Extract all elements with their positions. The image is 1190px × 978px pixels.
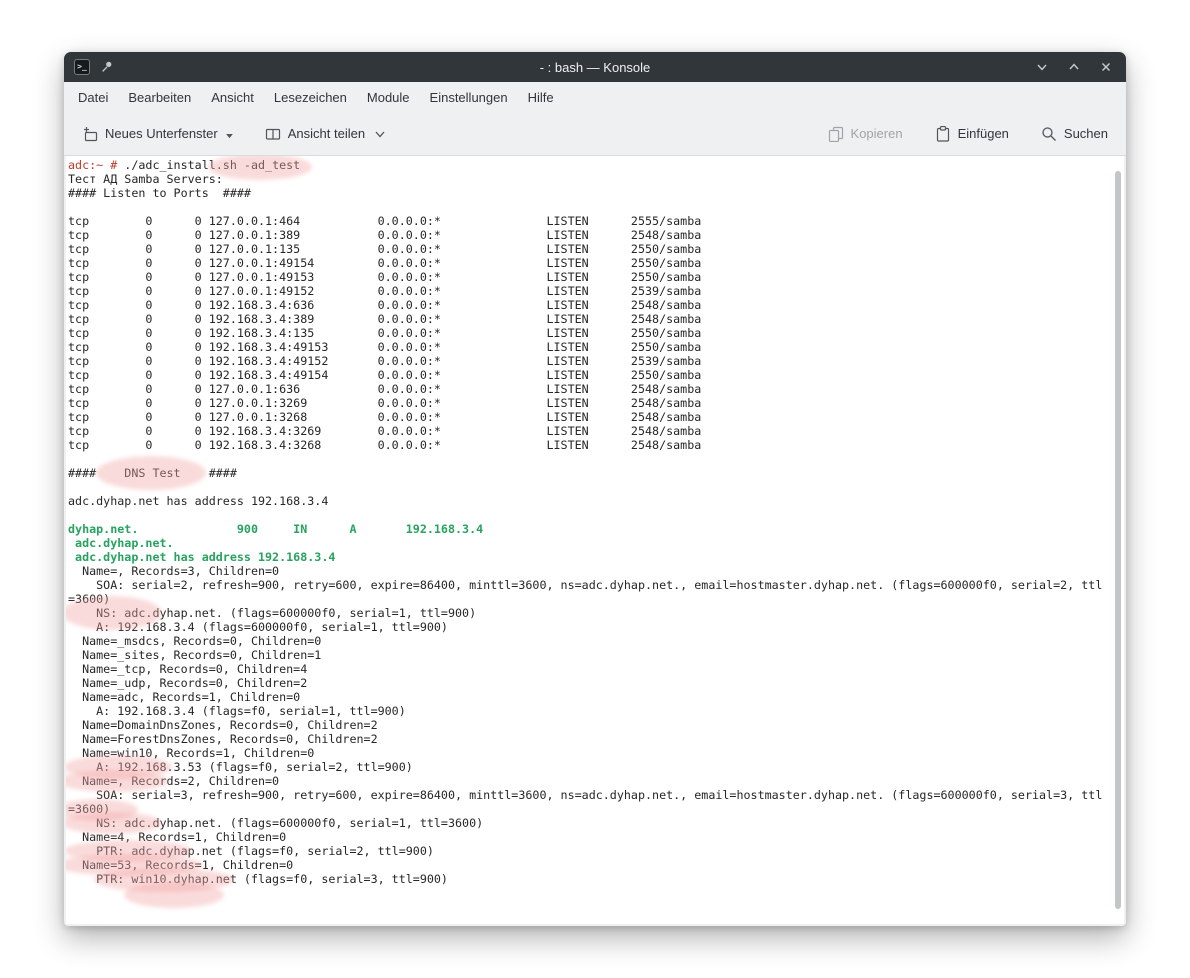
terminal-line: tcp 0 0 192.168.3.4:389 0.0.0.0:* LISTEN… [68,312,1124,326]
maximize-button[interactable] [1066,59,1082,75]
terminal-line: PTR: adc.dyhap.net (flags=f0, serial=2, … [68,844,1124,858]
close-button[interactable] [1098,59,1114,75]
terminal-line: Name=_udp, Records=0, Children=2 [68,676,1124,690]
terminal-line: A: 192.168.3.4 (flags=600000f0, serial=1… [68,620,1124,634]
terminal-output: adc:~ # ./adc_install.sh -ad_testТест АД… [66,156,1124,886]
terminal-line: Name=ForestDnsZones, Records=0, Children… [68,732,1124,746]
search-icon [1041,126,1057,142]
terminal-line: Name=, Records=3, Children=0 [68,564,1124,578]
terminal-line: tcp 0 0 127.0.0.1:135 0.0.0.0:* LISTEN 2… [68,242,1124,256]
konsole-window: >_ - : bash — Konsole DateiBearbeitenAns… [64,52,1126,926]
terminal-line: tcp 0 0 127.0.0.1:49154 0.0.0.0:* LISTEN… [68,256,1124,270]
terminal-line: tcp 0 0 127.0.0.1:3269 0.0.0.0:* LISTEN … [68,396,1124,410]
copy-label: Kopieren [851,126,903,141]
terminal-line: NS: adc.dyhap.net. (flags=600000f0, seri… [68,606,1124,620]
konsole-app-icon: >_ [74,59,90,75]
terminal-line: tcp 0 0 192.168.3.4:49154 0.0.0.0:* LIST… [68,368,1124,382]
terminal-line: tcp 0 0 192.168.3.4:49153 0.0.0.0:* LIST… [68,340,1124,354]
terminal-line: =3600) [68,592,1124,606]
paste-label: Einfügen [958,126,1009,141]
terminal-line: Name=_sites, Records=0, Children=1 [68,648,1124,662]
terminal-line [68,452,1124,466]
new-tab-icon [82,126,98,142]
terminal-line: Name=53, Records=1, Children=0 [68,858,1124,872]
split-view-label: Ansicht teilen [288,126,365,141]
terminal[interactable]: adc:~ # ./adc_install.sh -ad_testТест АД… [66,156,1124,924]
terminal-line: adc:~ # ./adc_install.sh -ad_test [68,158,1124,172]
copy-button[interactable]: Kopieren [820,120,911,148]
terminal-line: dyhap.net. 900 IN A 192.168.3.4 [68,522,1124,536]
copy-icon [828,126,844,142]
terminal-line: tcp 0 0 192.168.3.4:3268 0.0.0.0:* LISTE… [68,438,1124,452]
terminal-line [68,480,1124,494]
menubar: DateiBearbeitenAnsichtLesezeichenModuleE… [64,82,1126,112]
terminal-line: #### Listen to Ports #### [68,186,1124,200]
split-view-button[interactable]: Ansicht teilen [257,120,393,148]
terminal-line: tcp 0 0 127.0.0.1:464 0.0.0.0:* LISTEN 2… [68,214,1124,228]
new-tab-button[interactable]: Neues Unterfenster [74,120,241,148]
window-title: - : bash — Konsole [64,60,1126,75]
terminal-line: Name=4, Records=1, Children=0 [68,830,1124,844]
terminal-line [68,200,1124,214]
terminal-line: #### DNS Test #### [68,466,1124,480]
menu-item-lesezeichen[interactable]: Lesezeichen [264,85,357,110]
terminal-line: tcp 0 0 127.0.0.1:3268 0.0.0.0:* LISTEN … [68,410,1124,424]
paste-icon [935,126,951,142]
terminal-line: SOA: serial=2, refresh=900, retry=600, e… [68,578,1124,592]
toolbar: Neues Unterfenster Ansicht teilen [64,112,1126,156]
menu-item-hilfe[interactable]: Hilfe [518,85,564,110]
terminal-line: tcp 0 0 127.0.0.1:636 0.0.0.0:* LISTEN 2… [68,382,1124,396]
terminal-line: tcp 0 0 127.0.0.1:49152 0.0.0.0:* LISTEN… [68,284,1124,298]
split-view-icon [265,126,281,142]
terminal-line: Name=_tcp, Records=0, Children=4 [68,662,1124,676]
terminal-line: tcp 0 0 192.168.3.4:135 0.0.0.0:* LISTEN… [68,326,1124,340]
terminal-line: Name=, Records=2, Children=0 [68,774,1124,788]
minimize-button[interactable] [1034,59,1050,75]
search-label: Suchen [1064,126,1108,141]
dropdown-arrow-icon [226,134,233,139]
terminal-line: PTR: win10.dyhap.net (flags=f0, serial=3… [68,872,1124,886]
chevron-down-icon [375,129,385,139]
terminal-line: Name=adc, Records=1, Children=0 [68,690,1124,704]
menu-item-bearbeiten[interactable]: Bearbeiten [118,85,201,110]
terminal-line: tcp 0 0 192.168.3.4:3269 0.0.0.0:* LISTE… [68,424,1124,438]
terminal-line: adc.dyhap.net has address 192.168.3.4 [68,550,1124,564]
new-tab-label: Neues Unterfenster [105,126,218,141]
menu-item-einstellungen[interactable]: Einstellungen [420,85,518,110]
terminal-line: NS: adc.dyhap.net. (flags=600000f0, seri… [68,816,1124,830]
terminal-line: =3600) [68,802,1124,816]
menu-item-ansicht[interactable]: Ansicht [201,85,264,110]
terminal-line: Name=win10, Records=1, Children=0 [68,746,1124,760]
menu-item-datei[interactable]: Datei [68,85,118,110]
terminal-line: tcp 0 0 127.0.0.1:389 0.0.0.0:* LISTEN 2… [68,228,1124,242]
pin-icon[interactable] [100,60,114,74]
terminal-line: SOA: serial=3, refresh=900, retry=600, e… [68,788,1124,802]
paste-button[interactable]: Einfügen [927,120,1017,148]
terminal-line: A: 192.168.3.4 (flags=f0, serial=1, ttl=… [68,704,1124,718]
titlebar[interactable]: >_ - : bash — Konsole [64,52,1126,82]
terminal-line: tcp 0 0 192.168.3.4:636 0.0.0.0:* LISTEN… [68,298,1124,312]
terminal-line: Name=DomainDnsZones, Records=0, Children… [68,718,1124,732]
terminal-line: Name=_msdcs, Records=0, Children=0 [68,634,1124,648]
terminal-line: adc.dyhap.net. [68,536,1124,550]
terminal-line: Тест АД Samba Servers: [68,172,1124,186]
scrollbar-thumb[interactable] [1115,171,1121,909]
menu-item-module[interactable]: Module [357,85,420,110]
terminal-line: adc.dyhap.net has address 192.168.3.4 [68,494,1124,508]
terminal-line: A: 192.168.3.53 (flags=f0, serial=2, ttl… [68,760,1124,774]
search-button[interactable]: Suchen [1033,120,1116,148]
terminal-line [68,508,1124,522]
terminal-line: tcp 0 0 127.0.0.1:49153 0.0.0.0:* LISTEN… [68,270,1124,284]
terminal-line: tcp 0 0 192.168.3.4:49152 0.0.0.0:* LIST… [68,354,1124,368]
